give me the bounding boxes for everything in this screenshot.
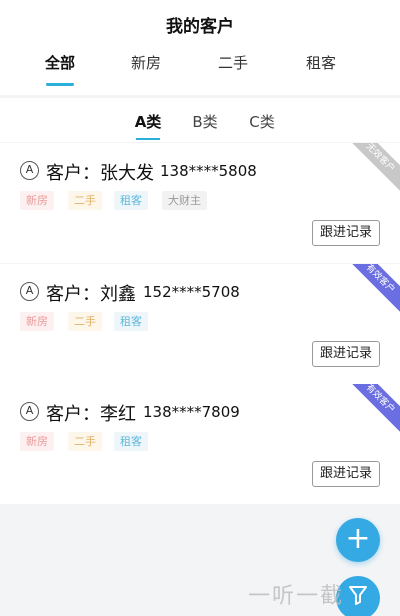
customer-card[interactable]: 有效客户 A 客户： 李红 138****7809 新房 二手 租客 跟进记录	[0, 384, 400, 504]
customer-label: 客户：	[46, 404, 100, 425]
tab-new-house[interactable]: 新房	[106, 52, 186, 73]
tab-renter[interactable]: 租客	[281, 52, 361, 73]
tag-second-hand: 二手	[68, 191, 102, 210]
add-customer-button[interactable]: +	[336, 518, 380, 562]
tag-renter: 租客	[114, 312, 148, 331]
customer-card[interactable]: 有效客户 A 客户： 刘鑫 152****5708 新房 二手 租客 跟进记录	[0, 264, 400, 384]
active-tab-indicator	[46, 83, 74, 86]
grade-tabs: A类 B类 C类	[0, 98, 400, 142]
category-tabs: 全部 新房 二手 租客	[0, 52, 400, 92]
customer-phone: 152****5708	[143, 283, 240, 301]
filter-icon	[349, 586, 367, 605]
tag-new-house: 新房	[20, 191, 54, 210]
tag-new-house: 新房	[20, 312, 54, 331]
tag-second-hand: 二手	[68, 312, 102, 331]
status-ribbon: 有效客户	[338, 264, 400, 321]
follow-record-button[interactable]: 跟进记录	[312, 341, 380, 367]
tag-big-spender: 大财主	[162, 191, 207, 210]
customer-label: 客户：	[46, 163, 100, 184]
tab-all[interactable]: 全部	[20, 52, 100, 73]
tag-second-hand: 二手	[68, 432, 102, 451]
tab-second-hand[interactable]: 二手	[193, 52, 273, 73]
grade-badge: A	[20, 282, 39, 301]
customer-phone: 138****7809	[143, 403, 240, 421]
customer-card[interactable]: 无效客户 A 客户： 张大发 138****5808 新房 二手 租客 大财主 …	[0, 143, 400, 263]
customer-label: 客户：	[46, 284, 100, 305]
active-subtab-indicator	[136, 138, 160, 140]
subtab-b[interactable]: B类	[185, 111, 225, 132]
status-ribbon: 有效客户	[338, 384, 400, 441]
header: 我的客户 全部 新房 二手 租客	[0, 0, 400, 95]
page-title: 我的客户	[166, 17, 234, 37]
follow-record-button[interactable]: 跟进记录	[312, 461, 380, 487]
status-ribbon: 无效客户	[338, 143, 400, 200]
customer-name: 李红	[100, 404, 136, 425]
tag-renter: 租客	[114, 191, 148, 210]
subtab-c[interactable]: C类	[242, 111, 282, 132]
tag-new-house: 新房	[20, 432, 54, 451]
follow-record-button[interactable]: 跟进记录	[312, 220, 380, 246]
watermark: 一听一截	[248, 584, 345, 609]
customer-name: 张大发	[100, 163, 154, 184]
grade-badge: A	[20, 161, 39, 180]
customer-phone: 138****5808	[160, 162, 257, 180]
customer-name: 刘鑫	[100, 284, 136, 305]
grade-badge: A	[20, 402, 39, 421]
tag-renter: 租客	[114, 432, 148, 451]
subtab-a[interactable]: A类	[128, 111, 168, 132]
